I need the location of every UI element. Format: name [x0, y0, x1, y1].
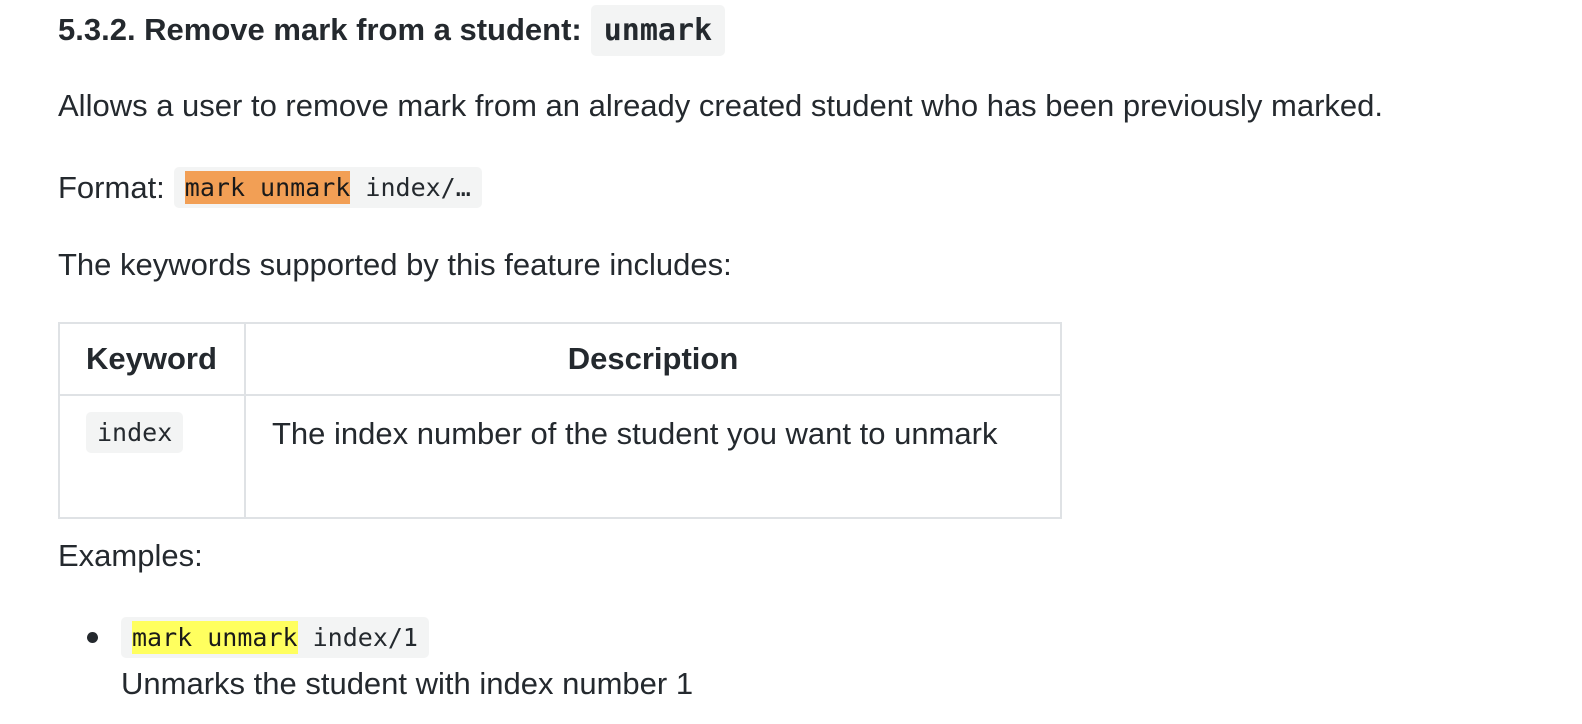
heading-text: 5.3.2. Remove mark from a student:: [58, 12, 582, 47]
example-code: mark unmark index/1: [121, 617, 429, 658]
format-command-rest: index/…: [350, 173, 471, 202]
list-item: mark unmark index/1 Unmarks the student …: [58, 617, 693, 702]
feature-description: Allows a user to remove mark from an alr…: [58, 88, 1384, 123]
format-code: mark unmark index/…: [173, 167, 482, 208]
table-row: index The index number of the student yo…: [58, 394, 1062, 519]
example-command-highlight: mark unmark: [132, 621, 298, 654]
examples-list: mark unmark index/1 Unmarks the student …: [58, 617, 693, 702]
heading-command-code: unmark: [590, 4, 726, 56]
example-command-rest: index/1: [297, 623, 418, 652]
example-description: Unmarks the student with index number 1: [121, 666, 694, 701]
format-label: Format:: [58, 169, 165, 205]
examples-label: Examples:: [58, 538, 203, 573]
keywords-table: Keyword Description index The index numb…: [58, 322, 1062, 519]
section-heading: 5.3.2. Remove mark from a student: unmar…: [58, 4, 726, 56]
table-cell-keyword: index: [58, 394, 246, 519]
keyword-code: index: [86, 412, 184, 453]
format-command-highlight: mark unmark: [184, 171, 351, 204]
table-header-row: Keyword Description: [58, 322, 1062, 396]
table-cell-description: The index number of the student you want…: [244, 394, 1062, 519]
keywords-intro: The keywords supported by this feature i…: [58, 247, 732, 282]
table-header-description: Description: [244, 322, 1062, 396]
bullet-icon: [87, 632, 98, 643]
table-header-keyword: Keyword: [58, 322, 246, 396]
format-line: Format: mark unmark index/…: [58, 167, 482, 208]
